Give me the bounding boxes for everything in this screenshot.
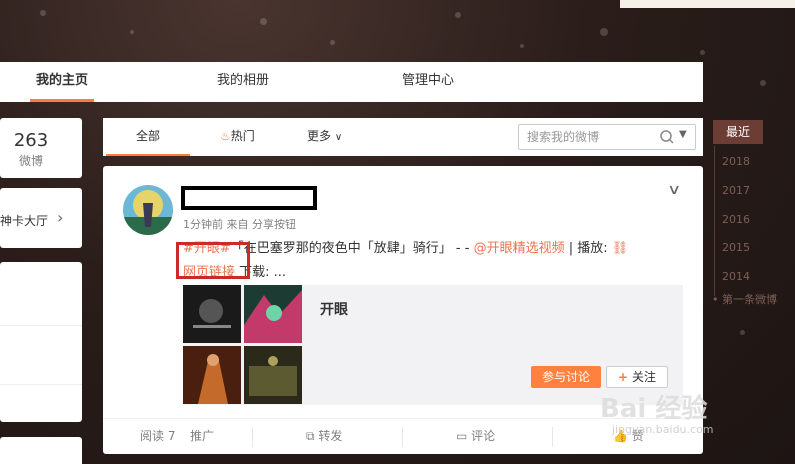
avatar[interactable] [123,185,173,235]
card-hall-link[interactable]: 神卡大厅 [0,212,48,229]
timeline-year[interactable]: 2015 [722,241,750,254]
thumbnail-image [244,285,302,343]
water-drop [455,12,461,18]
timeline-first-post[interactable]: • 第一条微博 [712,291,777,307]
water-drop [40,10,46,16]
comment-label: 评论 [471,429,496,443]
tab-hot-label: 热门 [230,129,255,143]
timeline-year[interactable]: 2018 [722,155,750,168]
tab-all[interactable]: 全部 [105,118,191,156]
repost-button[interactable]: ⧉ 转发 [306,427,342,444]
chevron-down-icon[interactable]: ∨ [667,182,681,198]
search-input[interactable] [527,128,647,146]
water-drop [260,18,267,25]
sidebar-card [0,262,82,422]
nav-my-albums[interactable]: 我的相册 [211,62,275,102]
comment-button[interactable]: ▭ 评论 [456,427,495,444]
tab-hot[interactable]: ♨热门 [220,118,255,156]
water-drop [740,330,745,335]
weibo-count[interactable]: 263 [0,130,62,151]
timeline-year[interactable]: 2014 [722,270,750,283]
redacted-username[interactable] [181,186,317,210]
water-drop [700,50,705,55]
search-icon[interactable] [659,129,675,145]
mention-link[interactable]: @开眼精选视频 [474,241,565,256]
thumbnail-image [244,346,302,404]
divider [552,427,553,447]
thumbnail-image [183,285,241,343]
nav-admin-center[interactable]: 管理中心 [396,62,460,102]
notification-strip [620,0,795,8]
divider [0,325,82,326]
comment-icon: ▭ [456,429,468,443]
baidu-watermark: Bai 经验 [600,394,708,424]
search-box: ▼ [518,124,696,150]
chevron-down-icon: ∨ [334,132,343,143]
caret-down-icon[interactable]: ▼ [679,129,687,140]
plus-icon: + [618,370,629,384]
post-meta: 1分钟前 来自 分享按钮 [183,218,296,231]
water-drop [760,80,766,86]
feed-tabs: 全部 ♨热门 更多 ∨ ▼ [103,118,703,156]
follow-button[interactable]: + 关注 [606,366,668,388]
thumbnail-image [183,346,241,404]
water-drop [330,40,335,45]
timeline-line [714,146,715,296]
highlight-box [176,242,250,279]
weibo-count-label: 微博 [18,154,43,168]
tab-more-label: 更多 [307,129,332,143]
media-title[interactable]: 开眼 [320,299,348,319]
timeline-year[interactable]: 2017 [722,184,750,197]
nav-my-home[interactable]: 我的主页 [30,62,94,102]
divider [252,427,253,447]
profile-nav: 我的主页 我的相册 管理中心 [0,62,703,102]
water-drop [520,44,524,48]
tab-more[interactable]: 更多 ∨ [307,118,342,156]
dot-icon: • [712,293,719,306]
repost-label: 转发 [318,429,343,443]
divider [402,427,403,447]
divider [0,384,82,385]
sidebar-card [0,437,82,464]
follow-label: 关注 [631,370,656,384]
link-icon: ⛓ [611,241,629,256]
timeline-first-label: 第一条微博 [722,293,777,306]
play-label: | 播放: [564,241,612,256]
read-count: 阅读 7 [140,429,176,443]
water-drop [130,30,134,34]
timeline-year[interactable]: 2016 [722,213,750,226]
baidu-watermark-url: jingyan.baidu.com [612,423,714,436]
chevron-right-icon: › [57,208,64,227]
discuss-button[interactable]: 参与讨论 [531,366,601,388]
post-text-main: 「在巴塞罗那的夜色中「放肆」骑行」 - - [230,241,474,256]
water-drop [600,28,608,36]
media-card[interactable]: 开眼 参与讨论 + 关注 [183,285,683,405]
promote-button[interactable]: 推广 [190,427,214,444]
repost-icon: ⧉ [306,429,315,443]
timeline-latest[interactable]: 最近 [713,120,763,144]
fire-icon: ♨ [220,129,231,143]
